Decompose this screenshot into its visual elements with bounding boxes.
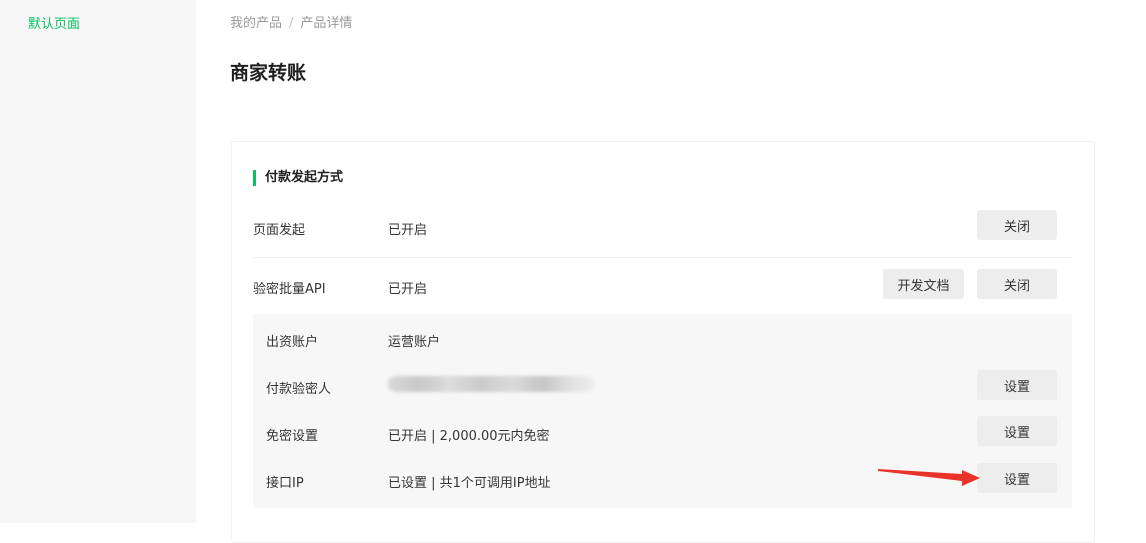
row-label-batch-api: 验密批量API (253, 282, 326, 297)
password-free-label: 免密设置 (266, 429, 319, 444)
breadcrumb-separator: / (289, 16, 294, 31)
breadcrumb: 我的产品 / 产品详情 (230, 12, 352, 31)
row-status-batch-api: 已开启 (388, 282, 428, 297)
funding-account-label: 出资账户 (266, 335, 319, 350)
page-title: 商家转账 (230, 62, 307, 84)
api-ip-label: 接口IP (266, 476, 304, 491)
password-free-value: 已开启 | 2,000.00元内免密 (388, 429, 550, 444)
blurred-verifier-name (388, 376, 594, 392)
developer-docs-button[interactable]: 开发文档 (883, 269, 964, 299)
close-page-initiation-button[interactable]: 关闭 (977, 210, 1057, 240)
sidebar-item-default-page[interactable]: 默认页面 (28, 13, 80, 32)
breadcrumb-current: 产品详情 (300, 16, 353, 31)
payment-verifier-label: 付款验密人 (266, 382, 332, 397)
set-payment-verifier-button[interactable]: 设置 (977, 370, 1057, 400)
funding-account-value: 运营账户 (388, 335, 441, 350)
breadcrumb-my-products[interactable]: 我的产品 (230, 16, 282, 31)
set-password-free-button[interactable]: 设置 (977, 416, 1057, 446)
sidebar: 默认页面 (0, 0, 196, 523)
divider (253, 257, 1072, 258)
row-status-page-initiation: 已开启 (388, 223, 428, 238)
section-title: 付款发起方式 (253, 170, 343, 186)
api-ip-value: 已设置 | 共1个可调用IP地址 (388, 476, 551, 491)
close-batch-api-button[interactable]: 关闭 (977, 269, 1057, 299)
row-label-page-initiation: 页面发起 (253, 223, 306, 238)
red-arrow-icon (878, 469, 980, 486)
